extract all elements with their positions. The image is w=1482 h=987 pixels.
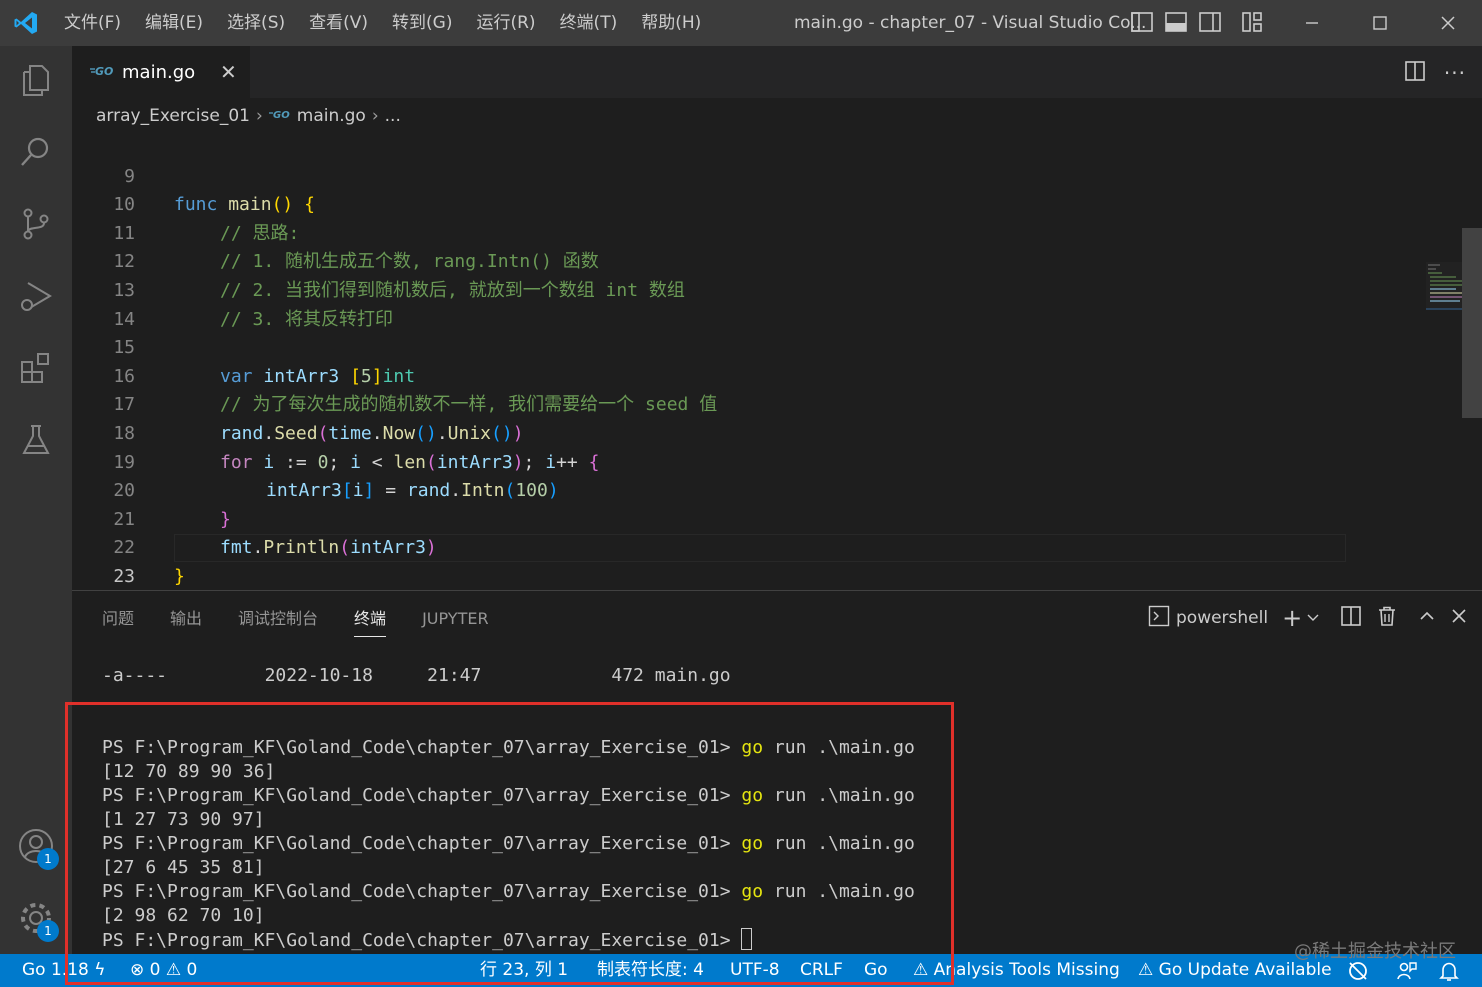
new-terminal-plus-icon[interactable]: + [1282,606,1302,630]
terminal-listing-line: -a---- 2022-10-18 21:47 472 main.go [102,665,731,686]
minimize-button[interactable] [1278,0,1346,46]
chevron-right-icon: › [371,106,379,126]
tab-jupyter[interactable]: JUPYTER [422,607,489,637]
breadcrumb-more[interactable]: ... [385,106,401,126]
accounts-badge: 1 [37,848,59,870]
activity-bar: 1 1 [0,46,72,954]
menu-run[interactable]: 运行(R) [464,0,547,46]
code-line: 18 for i := 0; i < len(intArr3); i++ { [72,391,1462,473]
tab-terminal[interactable]: 终端 [354,607,387,637]
code-line: 9 func main() { [72,134,1462,216]
code-line: 21 fmt.Println(intArr3) [72,477,1462,559]
maximize-panel-chevron-up-icon[interactable] [1418,607,1436,629]
tab-output[interactable]: 输出 [170,607,202,637]
menu-terminal[interactable]: 终端(T) [548,0,630,46]
notifications-bell-icon[interactable] [1438,960,1460,987]
tab-label: main.go [122,61,196,83]
go-file-icon: GO [90,63,116,82]
settings-badge: 1 [37,920,59,942]
highlight-box [65,702,954,985]
layout-controls [1130,10,1264,34]
terminal-shell-label[interactable]: powershell [1176,608,1268,628]
breadcrumb-folder[interactable]: array_Exercise_01 [96,106,250,126]
editor-actions: ··· [1404,60,1466,86]
editor-scrollbar[interactable] [1462,228,1482,418]
terminal-icon [1148,605,1170,631]
go-file-icon: GO [268,106,293,126]
code-line: 16 // 为了每次生成的随机数不一样, 我们需要给一个 seed 值 [72,334,1462,416]
tab-problems[interactable]: 问题 [102,607,134,637]
trash-icon[interactable] [1376,605,1398,631]
split-editor-icon[interactable] [1404,60,1426,86]
testing-icon[interactable] [14,418,58,462]
tab-debug-console[interactable]: 调试控制台 [238,607,318,637]
code-line: 10 // 思路: [72,163,1462,244]
line-number: 23 [113,565,135,587]
svg-text:GO: GO [273,110,290,121]
close-window-button[interactable] [1414,0,1482,46]
run-debug-icon[interactable] [14,274,58,318]
maximize-button[interactable] [1346,0,1414,46]
code-line: 17 rand.Seed(time.Now().Unix()) [72,363,1462,444]
code-line: 11 // 1. 随机生成五个数, rang.Intn() 函数 [72,191,1462,273]
menu-selection[interactable]: 选择(S) [215,0,297,46]
watermark: @稀土掘金技术社区 [1294,941,1456,962]
customize-layout-icon[interactable] [1240,10,1264,34]
menu-bar: 文件(F) 编辑(E) 选择(S) 查看(V) 转到(G) 运行(R) 终端(T… [52,0,713,46]
title-bar: 文件(F) 编辑(E) 选择(S) 查看(V) 转到(G) 运行(R) 终端(T… [0,0,1482,46]
split-terminal-icon[interactable] [1340,605,1362,631]
more-actions-icon[interactable]: ··· [1444,61,1466,85]
live-share-icon[interactable] [1347,960,1369,987]
panel-tab-bar: 问题 输出 调试控制台 终端 JUPYTER [102,607,525,637]
breadcrumb: array_Exercise_01 › GO main.go › ... [72,98,1482,134]
editor-tab-bar: GO main.go ✕ ··· [72,46,1482,98]
vscode-logo-icon [0,0,52,46]
code-editor[interactable]: 9 func main() { 10 // 思路: 11 // 1. 随机生成五… [72,134,1482,590]
tab-close-icon[interactable]: ✕ [220,60,237,84]
menu-help[interactable]: 帮助(H) [629,0,713,46]
toggle-panel-icon[interactable] [1164,10,1188,34]
code-line: 19 intArr3[i] = rand.Intn(100) [72,420,1462,502]
code-line: 22 } [72,506,1462,587]
extensions-icon[interactable] [14,346,58,390]
menu-view[interactable]: 查看(V) [297,0,380,46]
close-panel-icon[interactable] [1450,607,1468,629]
search-icon[interactable] [14,130,58,174]
code-line: 20 } [72,449,1462,530]
menu-edit[interactable]: 编辑(E) [133,0,215,46]
tab-main-go[interactable]: GO main.go ✕ [72,46,250,98]
toggle-primary-sidebar-icon[interactable] [1130,10,1154,34]
breadcrumb-file[interactable]: main.go [297,106,366,126]
window-title: main.go - chapter_07 - Visual Studio Co.… [794,13,1147,33]
explorer-icon[interactable] [14,58,58,102]
source-control-icon[interactable] [14,202,58,246]
feedback-icon[interactable] [1395,960,1417,987]
code-line: 13 // 3. 将其反转打印 [72,248,1462,330]
chevron-down-icon[interactable] [1306,609,1320,628]
svg-text:GO: GO [95,65,113,78]
code-line: 23 [72,534,1462,587]
code-line: 12 // 2. 当我们得到随机数后, 就放到一个数组 int 数组 [72,220,1462,301]
warning-icon: ⚠ [1138,960,1154,980]
menu-file[interactable]: 文件(F) [52,0,133,46]
menu-go[interactable]: 转到(G) [380,0,464,46]
code-line: 15 var intArr3 [5]int [72,306,1462,387]
toggle-secondary-sidebar-icon[interactable] [1198,10,1222,34]
panel-actions: powershell + [1148,605,1468,631]
chevron-right-icon: › [255,106,263,126]
window-controls [1278,0,1482,46]
code-line: 14 [72,277,1462,330]
